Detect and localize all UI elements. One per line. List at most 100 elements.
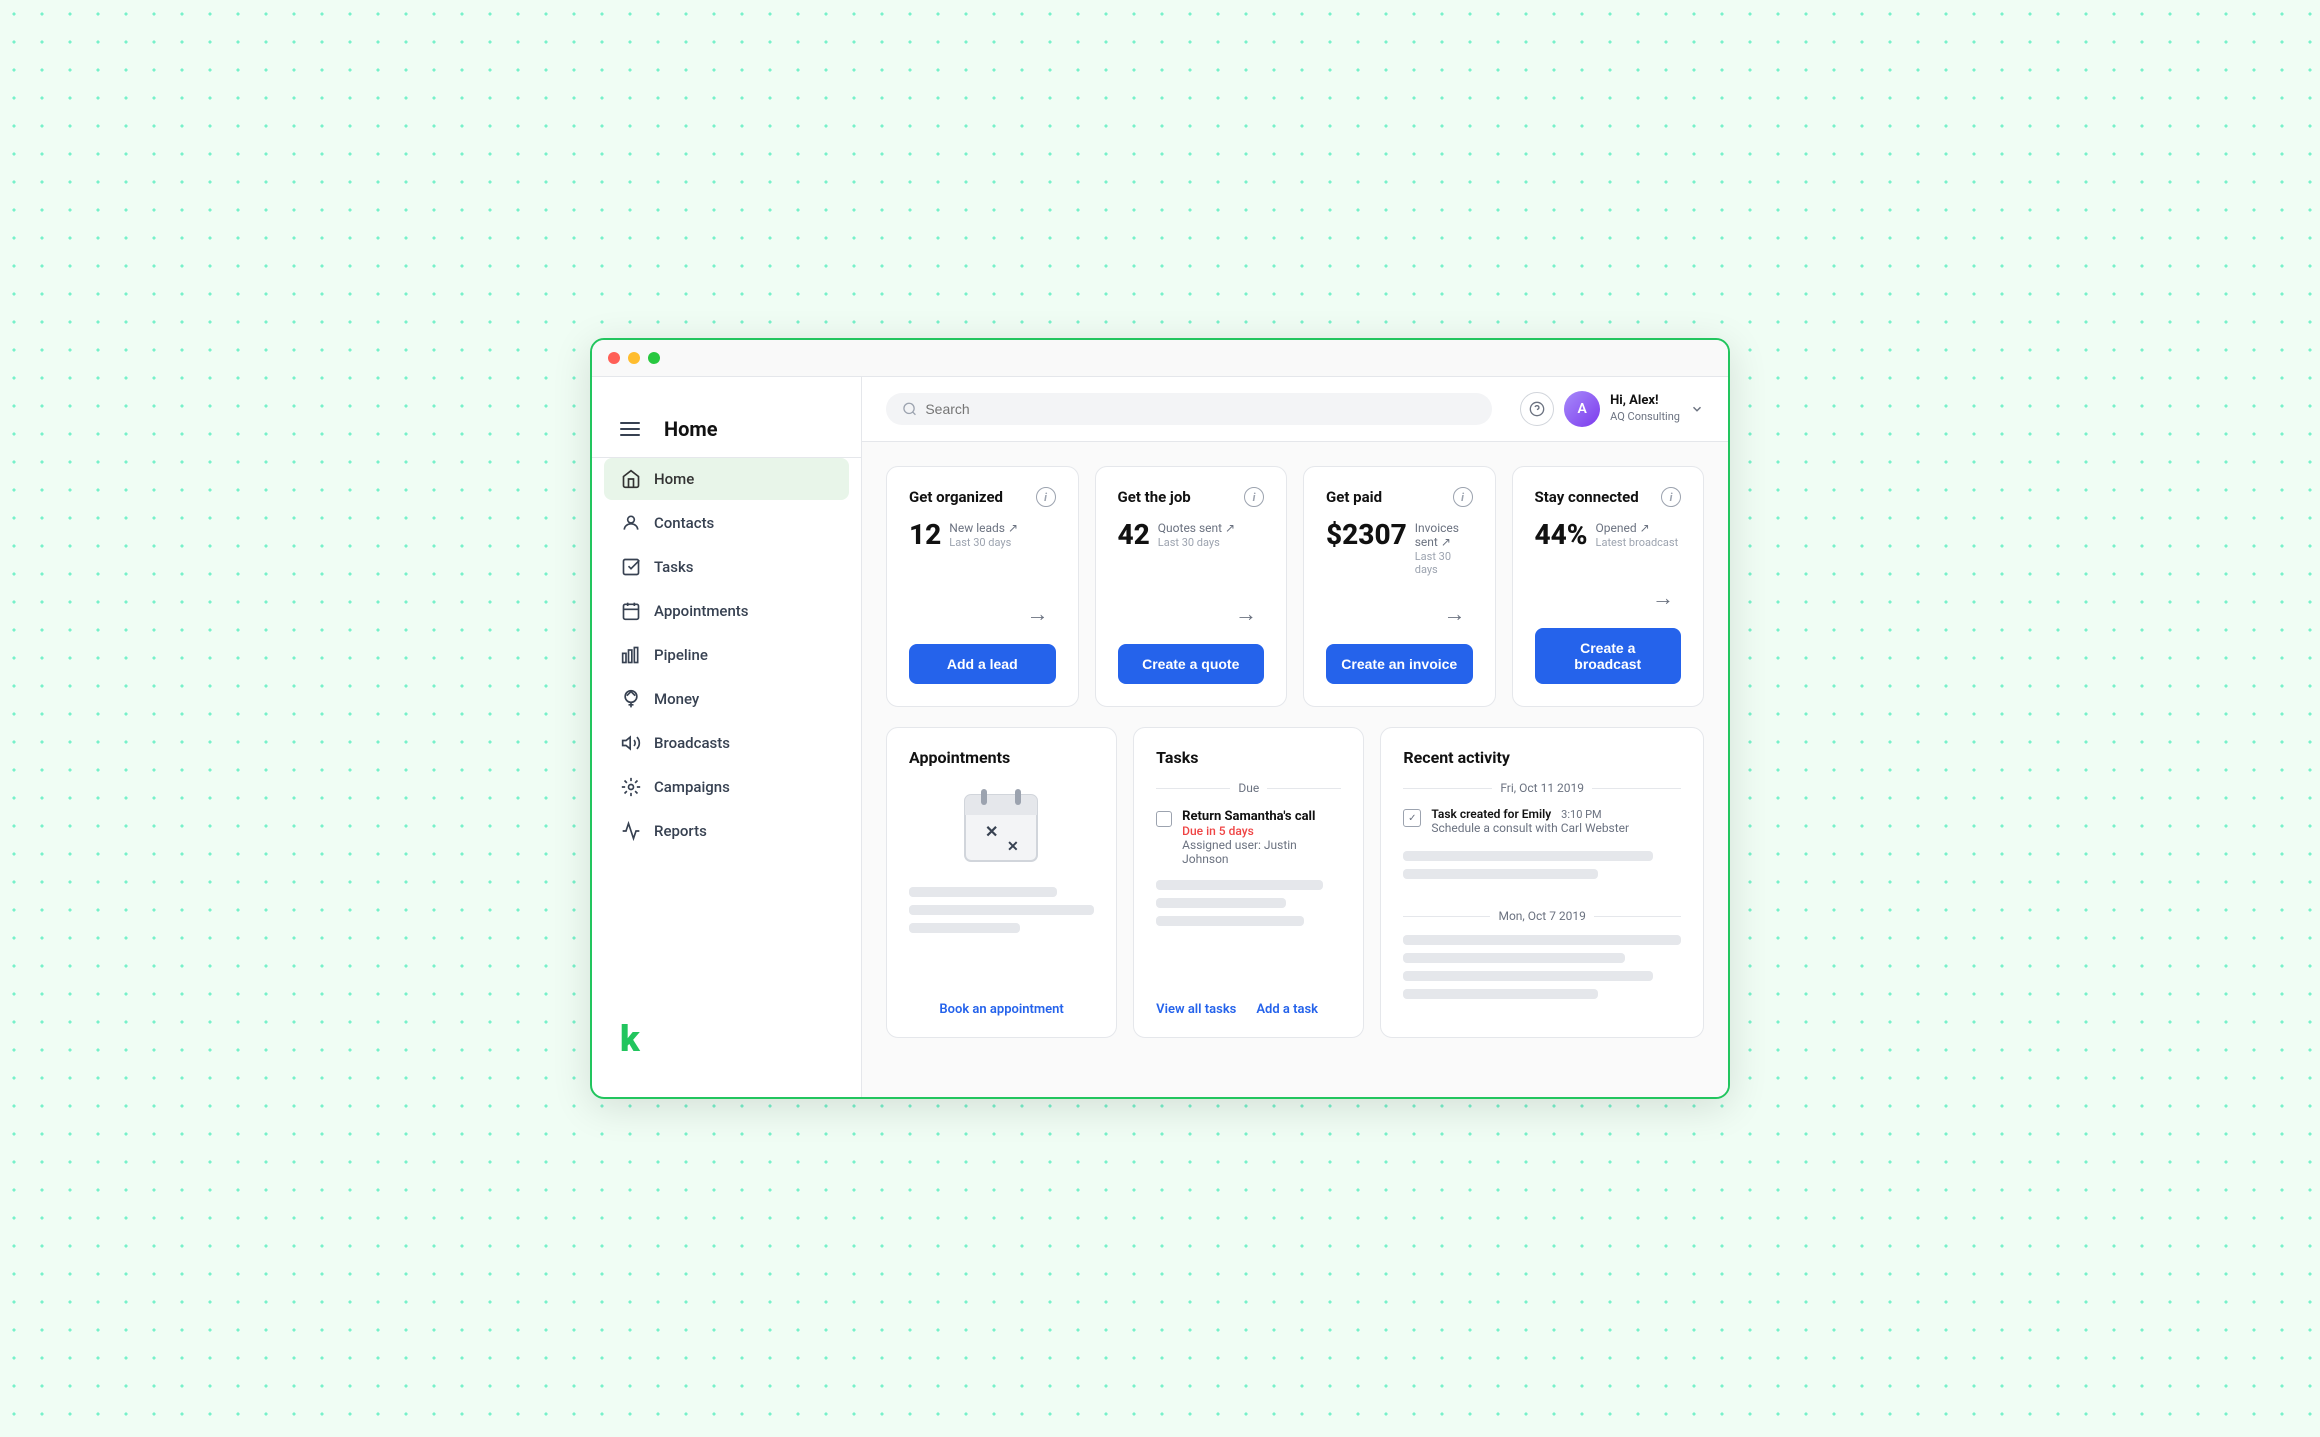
arrow-right-job: → [1228, 596, 1264, 632]
sidebar-item-money[interactable]: Money [604, 678, 849, 720]
tasks-due-label: Due [1238, 781, 1259, 795]
search-icon [902, 401, 917, 417]
tasks-icon [620, 556, 642, 578]
stat-label-organized: New leads ↗ [949, 521, 1018, 535]
sidebar-item-pipeline[interactable]: Pipeline [604, 634, 849, 676]
recent-activity-card: Recent activity Fri, Oct 11 2019 ✓ Task … [1380, 727, 1704, 1038]
broadcasts-icon [620, 732, 642, 754]
browser-minimize[interactable] [628, 352, 640, 364]
create-broadcast-button[interactable]: Create a broadcast [1535, 628, 1682, 684]
stat-card-get-organized: Get organized i 12 New leads ↗ Last [886, 466, 1079, 707]
sidebar-item-campaigns-label: Campaigns [654, 778, 730, 796]
sidebar-item-tasks-label: Tasks [654, 558, 694, 576]
stat-number-job: 42 [1118, 521, 1150, 549]
sidebar-item-contacts[interactable]: Contacts [604, 502, 849, 544]
calendar-svg: ✕ ✕ [957, 781, 1047, 871]
stat-title-paid: Get paid [1326, 488, 1382, 506]
activity-item: ✓ Task created for Emily 3:10 PM Schedul… [1403, 807, 1681, 835]
add-task-link[interactable]: Add a task [1256, 1002, 1318, 1017]
contacts-icon [620, 512, 642, 534]
sidebar-item-home-label: Home [654, 470, 694, 488]
appointments-icon [620, 600, 642, 622]
reports-icon [620, 820, 642, 842]
sidebar-item-pipeline-label: Pipeline [654, 646, 708, 664]
main-content: Get organized i 12 New leads ↗ Last [862, 442, 1728, 1097]
appointments-title: Appointments [909, 748, 1094, 767]
activity-desc: Schedule a consult with Carl Webster [1431, 821, 1629, 835]
view-all-tasks-link[interactable]: View all tasks [1156, 1002, 1236, 1017]
user-company: AQ Consulting [1610, 410, 1680, 424]
stat-sublabel-job: Last 30 days [1158, 536, 1235, 549]
activity-date-2: Mon, Oct 7 2019 [1403, 909, 1681, 923]
logo-symbol: k [620, 1018, 640, 1060]
money-icon [620, 688, 642, 710]
app-logo: k [592, 1005, 861, 1073]
search-bar[interactable] [886, 393, 1492, 425]
info-icon-connected[interactable]: i [1661, 487, 1681, 507]
browser-maximize[interactable] [648, 352, 660, 364]
stat-title-connected: Stay connected [1535, 488, 1639, 506]
activity-skeleton-1 [1403, 851, 1681, 879]
user-info: Hi, Alex! AQ Consulting [1610, 393, 1680, 424]
activity-time: 3:10 PM [1561, 808, 1601, 821]
home-icon [620, 468, 642, 490]
stats-row: Get organized i 12 New leads ↗ Last [886, 466, 1704, 707]
hamburger-menu[interactable] [620, 422, 640, 436]
browser-bar [592, 340, 1728, 377]
browser-close[interactable] [608, 352, 620, 364]
top-header: A Hi, Alex! AQ Consulting [862, 377, 1728, 442]
activity-date-1: Fri, Oct 11 2019 [1403, 781, 1681, 795]
page-title: Home [664, 417, 718, 441]
app-header: Home [592, 401, 861, 458]
calendar-illustration: ✕ ✕ [909, 781, 1094, 871]
pipeline-icon [620, 644, 642, 666]
search-input[interactable] [925, 401, 1476, 417]
app-layout: Home Home Contacts [592, 377, 1728, 1097]
sidebar-item-appointments[interactable]: Appointments [604, 590, 849, 632]
tasks-title: Tasks [1156, 748, 1341, 767]
task-due: Due in 5 days [1182, 824, 1341, 838]
stat-sublabel-organized: Last 30 days [949, 536, 1018, 549]
stat-title-job: Get the job [1118, 488, 1191, 506]
sidebar-item-broadcasts[interactable]: Broadcasts [604, 722, 849, 764]
info-icon-organized[interactable]: i [1036, 487, 1056, 507]
stat-card-get-paid: Get paid i $2307 Invoices sent ↗ Las [1303, 466, 1496, 707]
stat-label-connected: Opened ↗ [1596, 521, 1679, 535]
create-invoice-button[interactable]: Create an invoice [1326, 644, 1473, 684]
chevron-down-icon[interactable] [1690, 402, 1704, 416]
stat-number-paid: $2307 [1326, 521, 1407, 549]
avatar: A [1564, 391, 1600, 427]
stat-label-paid: Invoices sent ↗ [1415, 521, 1473, 549]
book-appointment-link[interactable]: Book an appointment [909, 1002, 1094, 1017]
bottom-row: Appointments ✕ [886, 727, 1704, 1038]
task-item: Return Samantha's call Due in 5 days Ass… [1156, 809, 1341, 866]
sidebar-item-tasks[interactable]: Tasks [604, 546, 849, 588]
stat-label-job: Quotes sent ↗ [1158, 521, 1235, 535]
svg-text:✕: ✕ [1007, 839, 1019, 855]
sidebar: Home Home Contacts [592, 377, 862, 1097]
arrow-right-connected: → [1645, 580, 1681, 616]
task-checkbox[interactable] [1156, 811, 1172, 827]
sidebar-item-appointments-label: Appointments [654, 602, 749, 620]
create-quote-button[interactable]: Create a quote [1118, 644, 1265, 684]
tasks-due-header: Due [1156, 781, 1341, 795]
stat-number-organized: 12 [909, 521, 941, 549]
add-lead-button[interactable]: Add a lead [909, 644, 1056, 684]
activity-skeleton-2 [1403, 935, 1681, 999]
tasks-footer: View all tasks Add a task [1156, 994, 1341, 1017]
stat-card-get-job: Get the job i 42 Quotes sent ↗ Last [1095, 466, 1288, 707]
help-icon[interactable] [1520, 392, 1554, 426]
stat-number-connected: 44% [1535, 521, 1588, 549]
sidebar-item-contacts-label: Contacts [654, 514, 714, 532]
sidebar-item-campaigns[interactable]: Campaigns [604, 766, 849, 808]
stat-sublabel-connected: Latest broadcast [1596, 536, 1679, 549]
info-icon-paid[interactable]: i [1453, 487, 1473, 507]
header-user-area: A Hi, Alex! AQ Consulting [1520, 391, 1704, 427]
stat-card-stay-connected: Stay connected i 44% Opened ↗ Latest [1512, 466, 1705, 707]
tasks-skeleton [1156, 880, 1341, 926]
sidebar-item-reports[interactable]: Reports [604, 810, 849, 852]
sidebar-item-home[interactable]: Home [604, 458, 849, 500]
info-icon-job[interactable]: i [1244, 487, 1264, 507]
user-name: Hi, Alex! [1610, 393, 1680, 410]
activity-task-name: Task created for Emily [1431, 807, 1551, 821]
